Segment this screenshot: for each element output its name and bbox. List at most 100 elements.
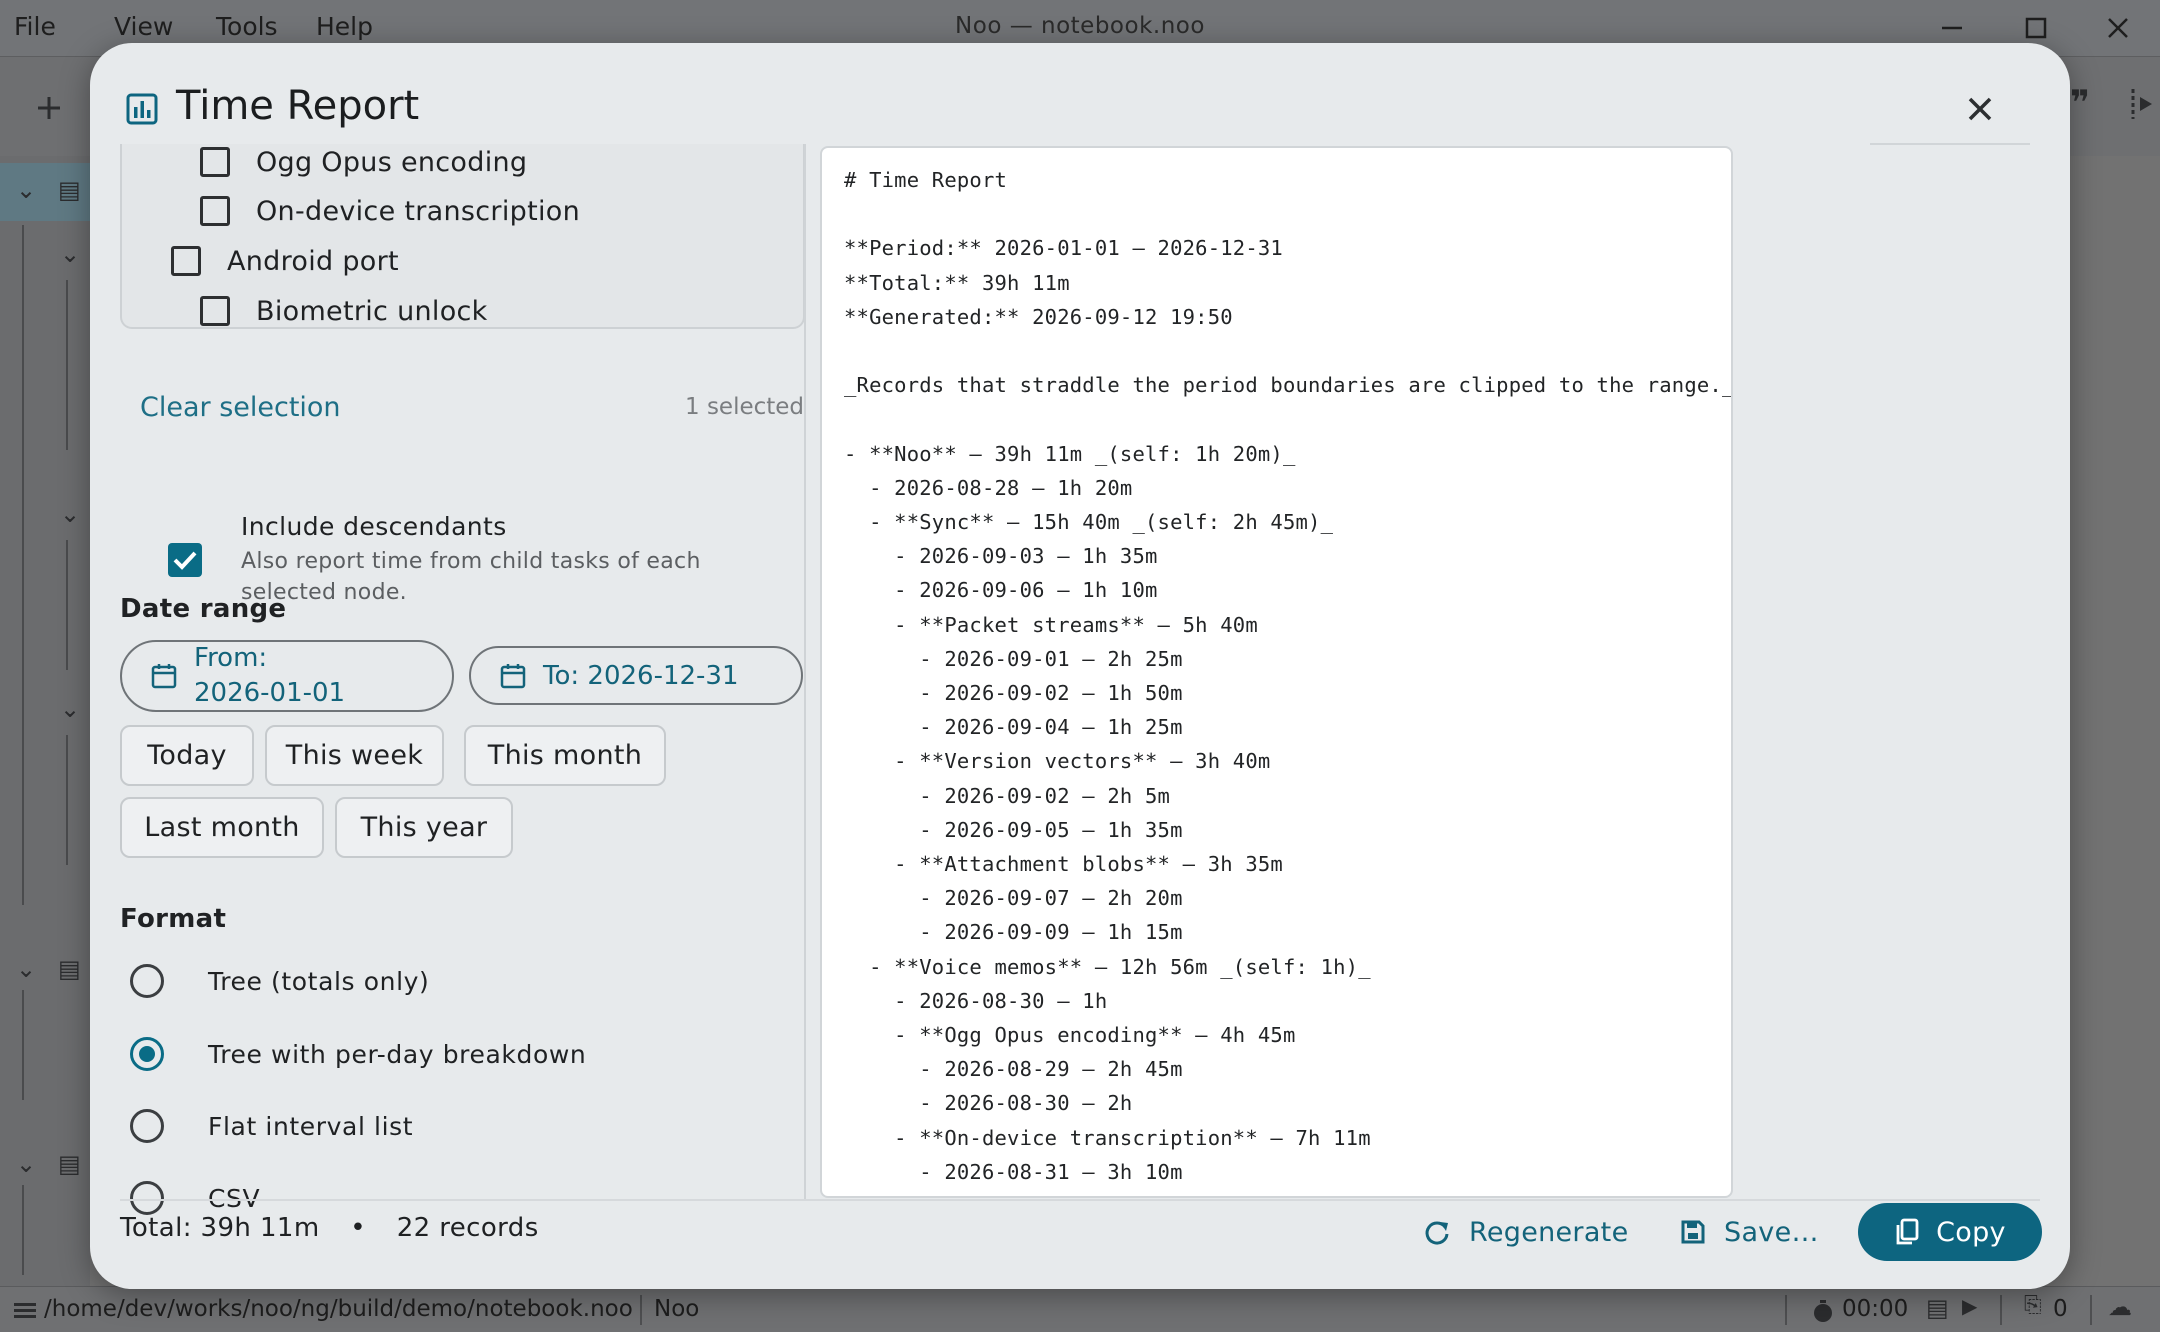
note-icon: ▤: [58, 176, 81, 204]
preview-line: - 2026-08-30 — 2h: [844, 1091, 1133, 1116]
task-checkbox[interactable]: [200, 196, 230, 226]
task-checkbox[interactable]: [171, 246, 201, 276]
attachment-icon: ⎘: [2024, 1293, 2042, 1318]
cloud-off-icon[interactable]: ☁: [2108, 1293, 2132, 1321]
preset-today-button[interactable]: Today: [120, 725, 254, 786]
pane-splitter[interactable]: [804, 144, 806, 1199]
preset-this-week-button[interactable]: This week: [265, 725, 444, 786]
report-icon[interactable]: ▤: [1926, 1294, 1949, 1322]
preview-line: **Total:** 39h 11m: [844, 270, 1070, 295]
task-tree-item[interactable]: Biometric unlock: [200, 293, 488, 327]
record-count: 22 records: [396, 1213, 539, 1243]
preview-line: - 2026-09-05 — 1h 35m: [844, 817, 1183, 842]
minimize-icon[interactable]: [1940, 16, 1964, 40]
task-checkbox[interactable]: [200, 296, 230, 326]
preview-line: # Time Report: [844, 168, 1008, 192]
window-title: Noo — notebook.noo: [955, 13, 1205, 39]
task-tree-item[interactable]: Ogg Opus encoding: [200, 144, 527, 180]
stopwatch-icon: [1814, 1300, 1832, 1322]
preview-line: - 2026-09-09 — 1h 15m: [844, 920, 1183, 945]
chevron-down-icon[interactable]: ⌄: [16, 1150, 36, 1178]
regenerate-button[interactable]: Regenerate: [1423, 1203, 1628, 1261]
clear-selection-link[interactable]: Clear selection: [140, 392, 341, 423]
preview-line: - 2026-08-28 — 1h 20m: [844, 475, 1133, 500]
divider: [1870, 143, 2030, 145]
report-options-pane: Ogg Opus encoding On-device transcriptio…: [90, 144, 805, 1215]
close-icon[interactable]: [1960, 89, 2000, 129]
status-bar: /home/dev/works/noo/ng/build/demo/notebo…: [0, 1286, 2160, 1332]
from-date-button[interactable]: From: 2026-01-01: [120, 640, 454, 712]
copy-icon: [1896, 1218, 1919, 1245]
divider: [2090, 1295, 2092, 1325]
format-option-flat-list[interactable]: Flat interval list: [130, 1109, 413, 1143]
format-option-label: Tree (totals only): [208, 966, 430, 996]
task-tree[interactable]: Ogg Opus encoding On-device transcriptio…: [120, 144, 805, 329]
task-label: On-device transcription: [256, 195, 580, 227]
from-date-value: 2026-01-01: [194, 678, 346, 708]
footer-summary: Total: 39h 11m • 22 records: [120, 1213, 539, 1243]
app-name: Noo: [654, 1296, 700, 1322]
radio-button-selected[interactable]: [130, 1037, 164, 1071]
tree-guide: [66, 735, 68, 865]
save-icon: [1681, 1220, 1705, 1244]
chevron-down-icon[interactable]: ⌄: [16, 176, 36, 204]
play-icon[interactable]: ▶: [1962, 1294, 1977, 1318]
tree-guide: [22, 1185, 24, 1275]
tree-guide: [66, 540, 68, 670]
include-descendants-checkbox[interactable]: [168, 543, 202, 577]
format-option-tree-totals[interactable]: Tree (totals only): [130, 964, 429, 998]
panel-toggle-icon[interactable]: [2130, 87, 2156, 121]
copy-button[interactable]: Copy: [1858, 1203, 2042, 1261]
save-button[interactable]: Save…: [1680, 1203, 1819, 1261]
preview-line: - 2026-09-03 — 1h 35m: [844, 544, 1158, 569]
task-tree-item[interactable]: On-device transcription: [200, 193, 580, 229]
quote-icon[interactable]: ❞: [2070, 83, 2090, 123]
task-checkbox[interactable]: [200, 147, 230, 177]
radio-button[interactable]: [130, 1181, 164, 1215]
to-date-label: To: 2026-12-31: [543, 660, 739, 691]
task-label: Biometric unlock: [256, 295, 488, 327]
format-option-label: Flat interval list: [208, 1111, 414, 1141]
preview-line: - 2026-09-02 — 1h 50m: [844, 681, 1183, 705]
tree-guide: [22, 990, 24, 1100]
preset-last-month-button[interactable]: Last month: [120, 797, 324, 858]
preview-line: - **Noo** — 39h 11m _(self: 1h 20m)_: [844, 441, 1296, 466]
divider: [2000, 1295, 2002, 1325]
include-descendants-label: Include descendants: [241, 512, 507, 541]
calendar-icon: [500, 663, 526, 688]
preview-line: - 2026-09-04 — 1h 25m: [844, 715, 1183, 740]
preset-this-month-button[interactable]: This month: [464, 725, 666, 786]
radio-button[interactable]: [130, 1109, 164, 1143]
task-tree-item[interactable]: Android port: [171, 243, 399, 279]
divider: [1785, 1295, 1787, 1325]
format-option-tree-per-day[interactable]: Tree with per-day breakdown: [130, 1037, 586, 1071]
calendar-icon: [151, 664, 177, 689]
dialog-title: Time Report: [176, 83, 420, 129]
preview-line: - **Attachment blobs** — 3h 35m: [844, 852, 1283, 876]
chevron-down-icon[interactable]: ⌄: [60, 695, 80, 723]
chevron-down-icon[interactable]: ⌄: [16, 955, 36, 983]
report-preview[interactable]: # Time Report **Period:** 2026-01-01 — 20…: [820, 146, 1733, 1198]
chevron-down-icon[interactable]: ⌄: [60, 240, 80, 268]
maximize-icon[interactable]: [2024, 16, 2048, 40]
attachment-count: 0: [2053, 1296, 2068, 1322]
add-icon[interactable]: [36, 95, 62, 121]
preview-line: - 2026-08-30 — 1h: [844, 988, 1108, 1013]
format-option-csv[interactable]: CSV: [130, 1181, 260, 1215]
time-report-dialog: Time Report Ogg Opus encoding On-device …: [90, 43, 2070, 1289]
save-label: Save…: [1724, 1216, 1819, 1248]
preview-line: - 2026-09-02 — 2h 5m: [844, 783, 1171, 808]
radio-button[interactable]: [130, 964, 164, 998]
to-date-button[interactable]: To: 2026-12-31: [469, 646, 803, 705]
format-option-label: Tree with per-day breakdown: [208, 1039, 587, 1069]
separator-dot: •: [350, 1213, 367, 1243]
preset-this-year-button[interactable]: This year: [335, 797, 513, 858]
preview-line: - 2026-09-07 — 2h 20m: [844, 886, 1183, 911]
preview-line: - **Version vectors** — 3h 40m: [844, 749, 1271, 774]
preview-line: - **Packet streams** — 5h 40m: [844, 612, 1258, 637]
window-close-icon[interactable]: [2106, 16, 2130, 40]
note-icon: ▤: [58, 1150, 81, 1178]
menu-icon[interactable]: [14, 1302, 36, 1320]
report-chart-icon: [126, 93, 158, 125]
chevron-down-icon[interactable]: ⌄: [60, 500, 80, 528]
